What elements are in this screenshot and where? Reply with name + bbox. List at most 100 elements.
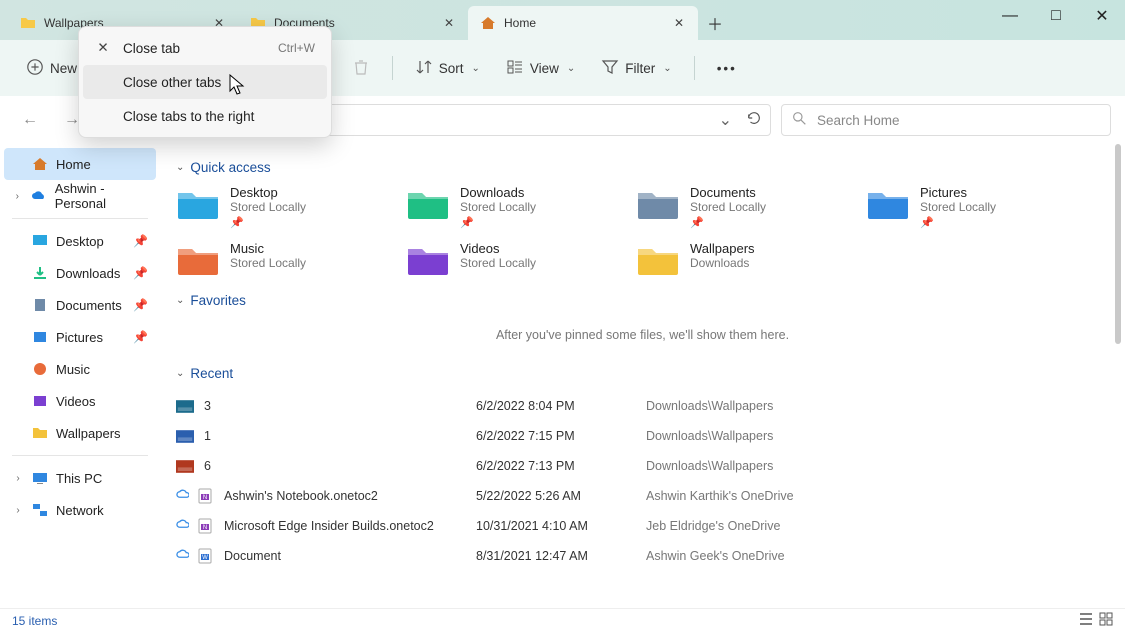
item-sub: Stored Locally	[460, 200, 536, 214]
item-name: Documents	[690, 185, 766, 200]
recent-name: 3	[204, 399, 211, 413]
expand-icon[interactable]: ›	[12, 191, 23, 202]
minimize-button[interactable]: —	[987, 0, 1033, 32]
folder-icon	[176, 185, 220, 221]
view-button[interactable]: View ⌄	[496, 52, 585, 85]
sidebar-item-documents[interactable]: Documents📌	[4, 289, 156, 321]
tab-label: Home	[504, 16, 536, 30]
recent-item[interactable]: 6 6/2/2022 7:13 PM Downloads\Wallpapers	[176, 451, 1109, 481]
item-sub: Stored Locally	[920, 200, 996, 214]
pc-icon	[32, 470, 48, 486]
downloads-icon	[32, 265, 48, 281]
recent-path: Ashwin Geek's OneDrive	[646, 549, 966, 563]
pin-icon: 📌	[230, 216, 306, 229]
folder-icon	[176, 241, 220, 277]
recent-date: 8/31/2021 12:47 AM	[476, 549, 646, 563]
recent-date: 5/22/2022 5:26 AM	[476, 489, 646, 503]
back-button[interactable]: ←	[14, 104, 46, 136]
home-icon	[480, 15, 496, 31]
item-name: Pictures	[920, 185, 996, 200]
sidebar-item-label: Home	[56, 157, 91, 172]
item-name: Downloads	[460, 185, 536, 200]
sidebar-item-downloads[interactable]: Downloads📌	[4, 257, 156, 289]
quick-access-item[interactable]: Videos Stored Locally	[406, 241, 626, 277]
quick-access-grid: Desktop Stored Locally 📌 Downloads Store…	[176, 185, 1109, 277]
recent-path: Downloads\Wallpapers	[646, 459, 966, 473]
section-quick-access[interactable]: ⌄ Quick access	[176, 160, 1109, 175]
quick-access-item[interactable]: Desktop Stored Locally 📌	[176, 185, 396, 229]
sidebar-item-onedrive[interactable]: › Ashwin - Personal	[4, 180, 156, 212]
recent-path: Downloads\Wallpapers	[646, 429, 966, 443]
close-window-button[interactable]: ✕	[1079, 0, 1125, 32]
section-favorites[interactable]: ⌄ Favorites	[176, 293, 1109, 308]
close-icon[interactable]: ✕	[440, 14, 458, 32]
separator	[392, 56, 393, 80]
recent-name: Document	[224, 549, 281, 563]
ctx-close-tabs-right[interactable]: Close tabs to the right	[83, 99, 327, 133]
filter-button[interactable]: Filter ⌄	[591, 52, 681, 85]
svg-text:N: N	[203, 525, 207, 531]
quick-access-item[interactable]: Documents Stored Locally 📌	[636, 185, 856, 229]
search-input[interactable]: Search Home	[781, 104, 1111, 136]
sidebar-item-network[interactable]: ›Network	[4, 494, 156, 526]
recent-item[interactable]: 1 6/2/2022 7:15 PM Downloads\Wallpapers	[176, 421, 1109, 451]
content-area: ⌄ Quick access Desktop Stored Locally 📌 …	[160, 144, 1125, 608]
close-icon[interactable]: ✕	[670, 14, 688, 32]
maximize-button[interactable]: □	[1033, 0, 1079, 32]
new-tab-button[interactable]: ＋	[698, 6, 732, 40]
cloud-icon	[31, 188, 47, 204]
sidebar-item-videos[interactable]: Videos	[4, 385, 156, 417]
more-button[interactable]: •••	[707, 55, 747, 82]
chevron-down-icon[interactable]: ⌄	[719, 110, 732, 130]
sort-button[interactable]: Sort ⌄	[405, 52, 490, 85]
icons-view-icon[interactable]	[1099, 612, 1113, 629]
quick-access-item[interactable]: Wallpapers Downloads	[636, 241, 856, 277]
delete-button[interactable]	[342, 52, 380, 85]
item-sub: Stored Locally	[230, 256, 306, 270]
recent-item[interactable]: NAshwin's Notebook.onetoc2 5/22/2022 5:2…	[176, 481, 1109, 511]
quick-access-item[interactable]: Music Stored Locally	[176, 241, 396, 277]
sidebar-item-pictures[interactable]: Pictures📌	[4, 321, 156, 353]
folder-icon	[406, 185, 450, 221]
refresh-icon[interactable]	[746, 110, 762, 131]
sort-icon	[415, 58, 433, 79]
quick-access-item[interactable]: Downloads Stored Locally 📌	[406, 185, 626, 229]
recent-item[interactable]: NMicrosoft Edge Insider Builds.onetoc2 1…	[176, 511, 1109, 541]
recent-item[interactable]: WDocument 8/31/2021 12:47 AM Ashwin Geek…	[176, 541, 1109, 571]
desktop-icon	[32, 233, 48, 249]
expand-icon[interactable]: ›	[12, 473, 24, 484]
sidebar-item-home[interactable]: Home	[4, 148, 156, 180]
trash-icon	[352, 58, 370, 79]
sidebar-item-thispc[interactable]: ›This PC	[4, 462, 156, 494]
recent-date: 6/2/2022 7:15 PM	[476, 429, 646, 443]
tab-home[interactable]: Home ✕	[468, 6, 698, 40]
pin-icon[interactable]: 📌	[133, 330, 148, 344]
sidebar-item-wallpapers[interactable]: Wallpapers	[4, 417, 156, 449]
recent-item[interactable]: 3 6/2/2022 8:04 PM Downloads\Wallpapers	[176, 391, 1109, 421]
window-controls: — □ ✕	[987, 0, 1125, 32]
search-icon	[792, 111, 807, 129]
quick-access-item[interactable]: Pictures Stored Locally 📌	[866, 185, 1086, 229]
recent-name: Ashwin's Notebook.onetoc2	[224, 489, 378, 503]
details-view-icon[interactable]	[1079, 612, 1093, 629]
expand-icon[interactable]: ›	[12, 505, 24, 516]
pin-icon[interactable]: 📌	[133, 266, 148, 280]
section-recent[interactable]: ⌄ Recent	[176, 366, 1109, 381]
recent-list: 3 6/2/2022 8:04 PM Downloads\Wallpapers …	[176, 391, 1109, 571]
sidebar-item-music[interactable]: Music	[4, 353, 156, 385]
cloud-icon	[176, 548, 190, 564]
sidebar-item-desktop[interactable]: Desktop📌	[4, 225, 156, 257]
recent-date: 10/31/2021 4:10 AM	[476, 519, 646, 533]
scrollbar[interactable]	[1113, 144, 1123, 604]
ctx-close-tab[interactable]: ✕ Close tab Ctrl+W	[83, 31, 327, 65]
pictures-icon	[32, 329, 48, 345]
chevron-down-icon: ⌄	[176, 368, 184, 379]
view-icon	[506, 58, 524, 79]
pin-icon[interactable]: 📌	[133, 234, 148, 248]
status-bar: 15 items	[0, 608, 1125, 632]
ctx-close-other-tabs[interactable]: Close other tabs	[83, 65, 327, 99]
recent-path: Downloads\Wallpapers	[646, 399, 966, 413]
pin-icon[interactable]: 📌	[133, 298, 148, 312]
pin-icon: 📌	[460, 216, 536, 229]
recent-path: Ashwin Karthik's OneDrive	[646, 489, 966, 503]
